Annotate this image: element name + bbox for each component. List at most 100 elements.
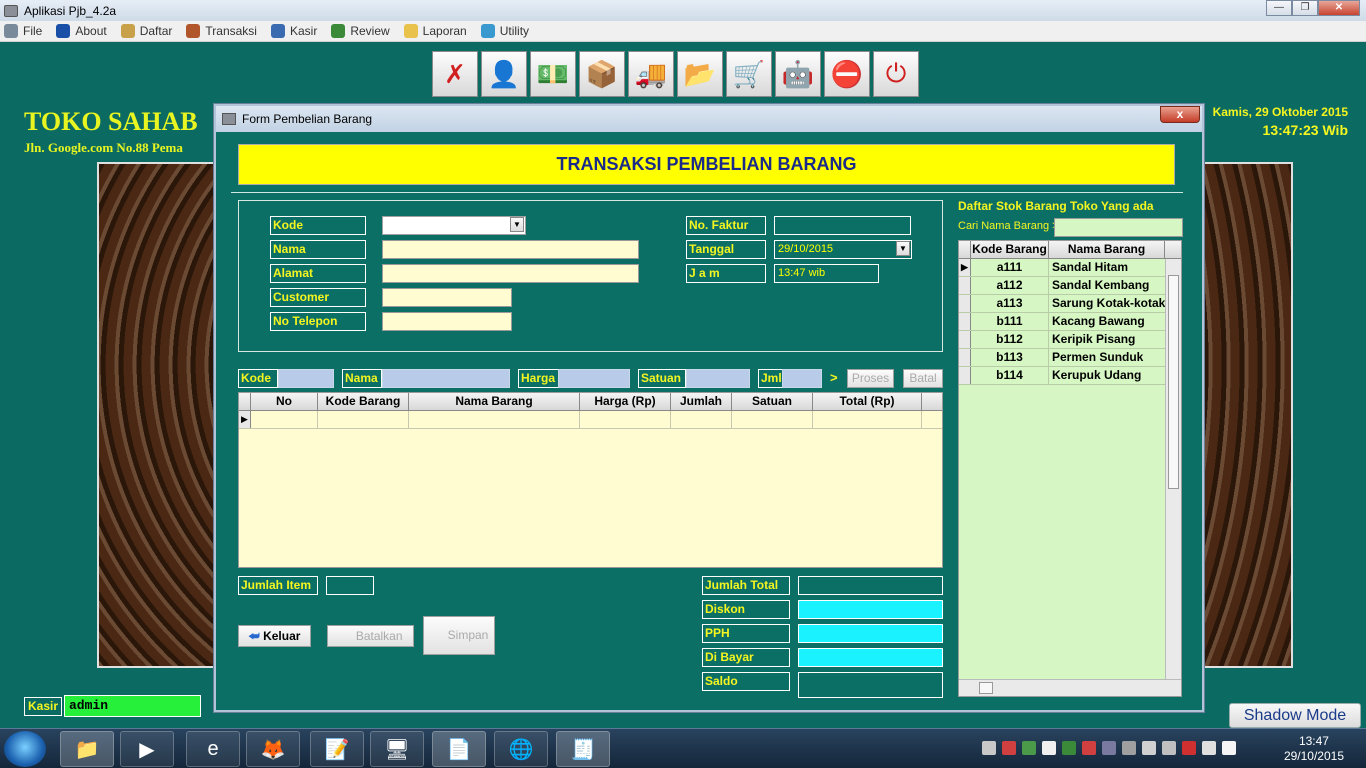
monitor-icon[interactable] [1142,741,1156,755]
tray-icon[interactable] [982,741,996,755]
table-row[interactable]: b111 Kacang Bawang [959,313,1181,331]
column-kode-barang[interactable]: Kode Barang [318,393,409,410]
box-tool-button[interactable]: 📦 [579,51,625,97]
stock-vertical-scrollbar[interactable] [1165,259,1181,679]
scroll-thumb[interactable] [1168,275,1179,489]
column-harga-rp[interactable]: Harga (Rp) [580,393,671,410]
cart-tool-button[interactable]: 🛒 [726,51,772,97]
money-tool-icon: 💵 [536,58,570,89]
money-tool-button[interactable]: 💵 [530,51,576,97]
truck-tool-button[interactable]: 🚚 [628,51,674,97]
tanggal-input[interactable]: 29/10/2015 [774,240,912,259]
simpan-button[interactable]: Simpan [423,616,495,655]
batal-button[interactable]: Batal [903,369,943,388]
tray-icon[interactable] [1222,741,1236,755]
form-close-button[interactable]: x [1160,106,1200,123]
kode-dropdown-icon[interactable]: ▼ [510,217,524,232]
globe-taskbar[interactable]: 🌐 [494,731,548,767]
column-jumlah[interactable]: Jumlah [671,393,732,410]
tray-icon[interactable] [1042,741,1056,755]
bluetooth-icon[interactable] [1122,741,1136,755]
entry-kode-input[interactable] [278,369,334,388]
restore-button[interactable]: ❐ [1292,0,1318,16]
column-total-rp[interactable]: Total (Rp) [813,393,922,410]
scroll-thumb[interactable] [979,682,993,694]
keluar-button[interactable]: ⮨ Keluar [238,625,311,647]
menu-item-about[interactable]: About [56,24,107,38]
file-icon [4,24,18,38]
stock-kode: b114 [971,367,1049,384]
tanggal-dropdown-icon[interactable]: ▼ [896,241,910,256]
taskbar-clock[interactable]: 13:47 29/10/2015 [1284,734,1344,764]
stock-horizontal-scrollbar[interactable] [959,679,1181,696]
dibayar-input[interactable] [798,648,943,667]
diskon-input[interactable] [798,600,943,619]
user-tool-button[interactable]: 👤 [481,51,527,97]
notepad-taskbar[interactable]: 📝 [310,731,364,767]
menu-item-transaksi[interactable]: Transaksi [186,24,257,38]
internet-explorer-taskbar[interactable]: e [186,731,240,767]
nama-input[interactable] [382,240,639,259]
explorer-icon: 📁 [74,738,100,761]
table-row[interactable]: ▶ a111 Sandal Hitam [959,259,1181,277]
robot-tool-button[interactable]: 🤖 [775,51,821,97]
search-input[interactable] [1054,218,1183,237]
cash-register-taskbar[interactable]: 🧾 [556,731,610,767]
tray-icon[interactable] [1082,741,1096,755]
volume-icon[interactable] [1202,741,1216,755]
table-row[interactable]: a112 Sandal Kembang [959,277,1181,295]
kode-combo[interactable] [382,216,526,235]
faktur-input[interactable] [774,216,911,235]
menu-item-review[interactable]: Review [331,24,390,38]
media-player-taskbar[interactable]: ▶ [120,731,174,767]
entry-nama-input[interactable] [382,369,510,388]
proses-button[interactable]: Proses [847,369,894,388]
pph-input[interactable] [798,624,943,643]
minimize-button[interactable]: — [1266,0,1292,16]
alamat-input[interactable] [382,264,639,283]
customer-input[interactable] [382,288,512,307]
folder-user-tool-button[interactable]: 📂 [677,51,723,97]
menu-item-kasir[interactable]: Kasir [270,24,317,38]
telepon-input[interactable] [382,312,512,331]
table-row[interactable]: b114 Kerupuk Udang [959,367,1181,385]
firefox-taskbar[interactable]: 🦊 [246,731,300,767]
column-kode-barang[interactable]: Kode Barang [971,241,1049,258]
purchase-grid[interactable]: No Kode Barang Nama Barang Harga (Rp) Jumlah… [238,392,943,568]
stop-tool-button[interactable]: ⛔ [824,51,870,97]
tray-icon[interactable] [1062,741,1076,755]
explorer-taskbar[interactable]: 📁 [60,731,114,767]
close-window-button[interactable]: ✕ [1318,0,1360,16]
gear-icon [480,24,495,38]
table-row[interactable]: a113 Sarung Kotak-kotak [959,295,1181,313]
menu-item-utility[interactable]: Utility [480,24,529,38]
table-row[interactable]: b113 Permen Sunduk [959,349,1181,367]
menu-item-laporan[interactable]: Laporan [403,24,467,38]
entry-jml-input[interactable] [782,369,822,388]
batalkan-button[interactable]: Batalkan [327,625,414,647]
column-no[interactable]: No [251,393,318,410]
entry-satuan-input[interactable] [686,369,750,388]
notes-taskbar[interactable]: 📄 [432,731,486,767]
menu-item-daftar[interactable]: Daftar [120,24,172,38]
tray-icon[interactable] [1022,741,1036,755]
tray-icon[interactable] [1162,741,1176,755]
shadow-mode-button[interactable]: Shadow Mode [1229,703,1361,728]
tray-icon[interactable] [1002,741,1016,755]
entry-harga-input[interactable] [558,369,630,388]
network-icon[interactable] [1182,741,1196,755]
menu-item-file[interactable]: File [4,24,42,38]
stock-grid[interactable]: Kode Barang Nama Barang ▶ a111 Sandal Hita… [958,240,1182,697]
column-nama-barang[interactable]: Nama Barang [1049,241,1165,258]
start-button[interactable] [4,731,46,767]
vb-ide-taskbar[interactable]: 🖥 [370,731,424,767]
form-title: Form Pembelian Barang [242,112,373,126]
column-nama-barang[interactable]: Nama Barang [409,393,580,410]
power-tool-button[interactable]: ⏻ [873,51,919,97]
table-row[interactable]: ▶ [239,411,942,429]
saldo-value [798,672,943,698]
tray-icon[interactable] [1102,741,1116,755]
column-satuan[interactable]: Satuan [732,393,813,410]
cancel-tool-button[interactable]: ✗ [432,51,478,97]
table-row[interactable]: b112 Keripik Pisang [959,331,1181,349]
